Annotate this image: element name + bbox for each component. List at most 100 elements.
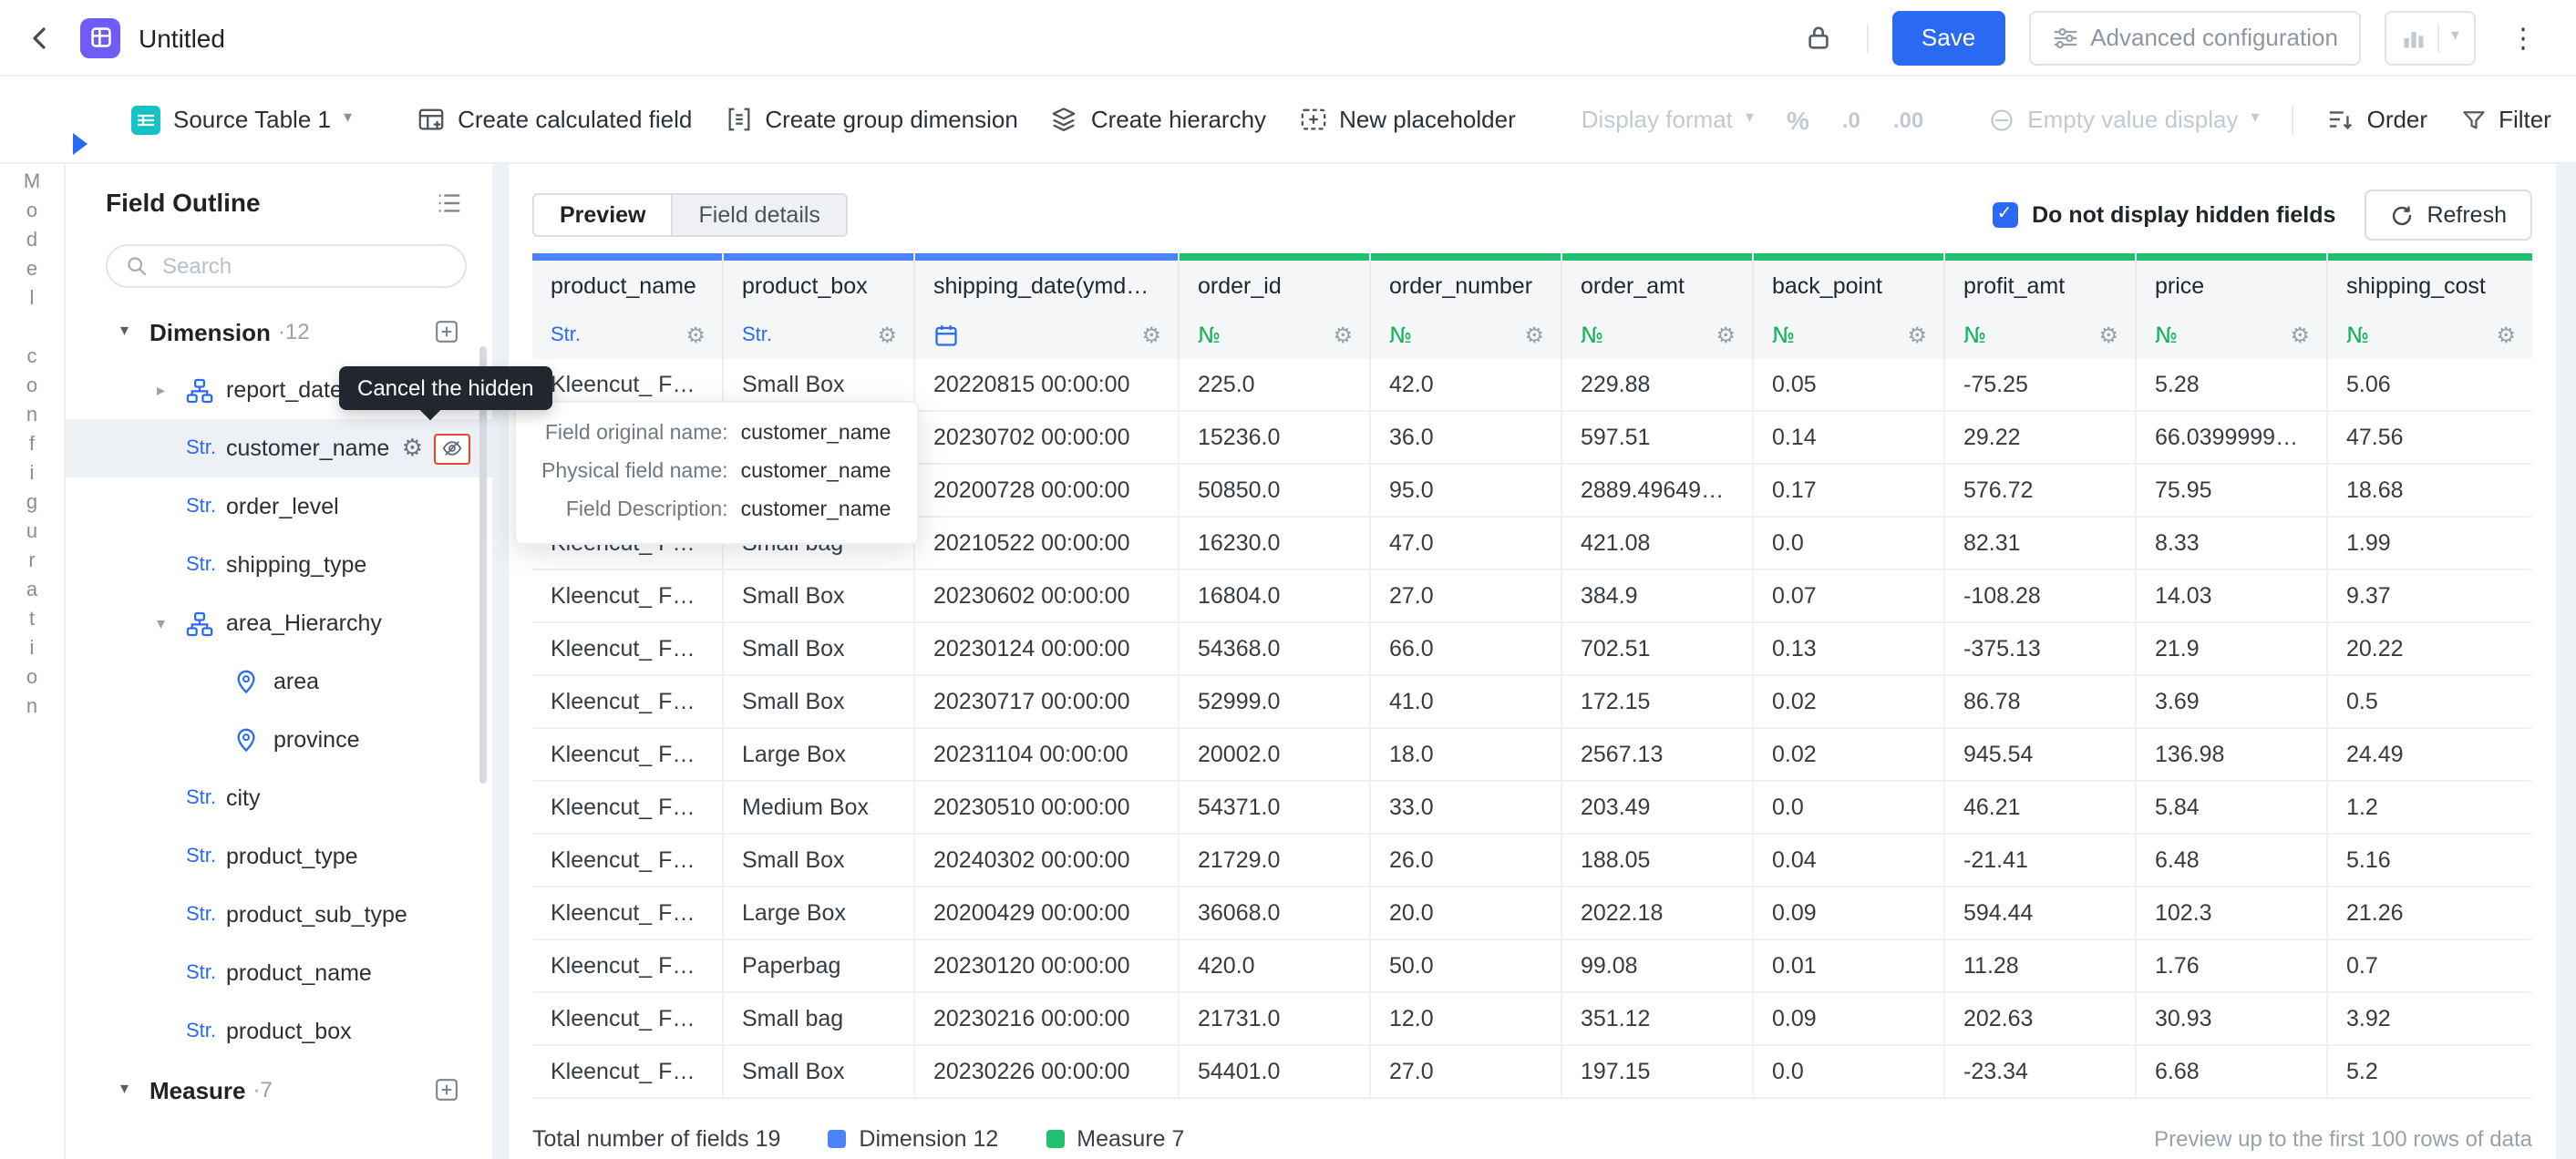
gear-icon[interactable]: ⚙ bbox=[877, 324, 897, 346]
save-button[interactable]: Save bbox=[1892, 10, 2004, 65]
field-name: product_name bbox=[226, 960, 372, 986]
gear-icon[interactable]: ⚙ bbox=[1716, 324, 1736, 346]
decrease-decimal-button[interactable]: .0 bbox=[1842, 107, 1860, 132]
table-cell: 172.15 bbox=[1562, 676, 1754, 729]
document-title[interactable]: Untitled bbox=[139, 23, 225, 52]
source-table-selector[interactable]: Source Table 1 ▾ bbox=[131, 105, 352, 134]
lock-button[interactable] bbox=[1796, 14, 1843, 61]
hide-hidden-label: Do not display hidden fields bbox=[2032, 202, 2335, 228]
gear-icon[interactable]: ⚙ bbox=[1907, 324, 1927, 346]
add-field-icon[interactable] bbox=[434, 1077, 459, 1103]
dimension-section-header[interactable]: ▾ Dimension ·12 bbox=[66, 303, 492, 361]
column-header[interactable]: back_point Str. № ⚙ bbox=[1754, 253, 1945, 359]
order-button[interactable]: Order bbox=[2327, 106, 2427, 133]
tree-item[interactable]: Str. area_Hierarchy ⚙ bbox=[66, 594, 492, 652]
tree-item[interactable]: Str. product_name ⚙ bbox=[66, 944, 492, 1002]
hidden-eye-button[interactable] bbox=[434, 433, 470, 464]
gear-icon[interactable]: ⚙ bbox=[402, 436, 423, 460]
preview-table: product_name Str. № ⚙ product_box Str. № bbox=[532, 253, 2532, 1099]
hierarchy-icon bbox=[186, 610, 222, 637]
string-type-badge: Str. bbox=[742, 324, 772, 346]
table-cell: 0.5 bbox=[2328, 676, 2532, 729]
tree-item[interactable]: Str. order_level ⚙ bbox=[66, 477, 492, 536]
table-cell: Kleencut_ Forg... bbox=[532, 1046, 724, 1099]
create-hierarchy-button[interactable]: Create hierarchy bbox=[1051, 106, 1266, 133]
measure-section-header[interactable]: ▾ Measure ·7 bbox=[66, 1061, 492, 1119]
column-name: back_point bbox=[1754, 261, 1943, 312]
table-cell: 3.92 bbox=[2328, 993, 2532, 1046]
gear-icon[interactable]: ⚙ bbox=[1141, 324, 1161, 346]
increase-decimal-button[interactable]: .00 bbox=[1893, 107, 1923, 132]
column-header[interactable]: order_number Str. № ⚙ bbox=[1371, 253, 1562, 359]
column-header[interactable]: product_box Str. № ⚙ bbox=[724, 253, 915, 359]
tree-item[interactable]: Str. product_type ⚙ bbox=[66, 827, 492, 886]
new-placeholder-button[interactable]: New placeholder bbox=[1299, 106, 1516, 133]
field-outline-header: Field Outline bbox=[66, 164, 492, 233]
tree-item[interactable]: Str. customer_name ⚙ bbox=[66, 419, 492, 477]
create-calculated-field-button[interactable]: Create calculated field bbox=[417, 106, 692, 133]
tree-item[interactable]: Str. product_sub_type ⚙ bbox=[66, 886, 492, 944]
divider bbox=[1867, 23, 1869, 52]
empty-value-display-dropdown[interactable]: Empty value display ▾ bbox=[1989, 106, 2259, 133]
table-cell: 3.69 bbox=[2137, 676, 2328, 729]
tab-field-details[interactable]: Field details bbox=[674, 193, 848, 237]
more-menu-button[interactable]: ⋮ bbox=[2499, 14, 2547, 61]
tree-item[interactable]: Str. area ⚙ bbox=[66, 652, 492, 711]
column-header[interactable]: profit_amt Str. № ⚙ bbox=[1945, 253, 2137, 359]
dimension-legend: Dimension 12 bbox=[828, 1126, 998, 1152]
refresh-icon bbox=[2390, 203, 2414, 227]
back-button[interactable] bbox=[18, 15, 62, 59]
column-header[interactable]: shipping_date(ymdhms) Str. № ⚙ bbox=[915, 253, 1180, 359]
expander-icon[interactable] bbox=[157, 380, 186, 400]
table-cell: 5.06 bbox=[2328, 359, 2532, 412]
expand-panel-arrow[interactable] bbox=[73, 133, 88, 155]
column-header[interactable]: order_id Str. № ⚙ bbox=[1180, 253, 1371, 359]
outline-view-icon[interactable] bbox=[436, 189, 463, 216]
table-cell: 52999.0 bbox=[1180, 676, 1371, 729]
column-header[interactable]: shipping_cost Str. № ⚙ bbox=[2328, 253, 2532, 359]
table-cell: 0.7 bbox=[2328, 940, 2532, 993]
gear-icon[interactable]: ⚙ bbox=[1333, 324, 1353, 346]
expander-icon[interactable] bbox=[157, 613, 186, 633]
gear-icon[interactable]: ⚙ bbox=[2290, 324, 2310, 346]
number-type-badge: № bbox=[1963, 323, 1986, 348]
column-header[interactable]: order_amt Str. № ⚙ bbox=[1562, 253, 1754, 359]
table-cell: 20210522 00:00:00 bbox=[915, 518, 1180, 570]
table-cell: -23.34 bbox=[1945, 1046, 2137, 1099]
string-type-badge: Str. bbox=[186, 437, 222, 459]
gear-icon[interactable]: ⚙ bbox=[1524, 324, 1544, 346]
search-input[interactable] bbox=[159, 251, 447, 281]
gear-icon[interactable]: ⚙ bbox=[2496, 324, 2516, 346]
refresh-button[interactable]: Refresh bbox=[2365, 190, 2532, 241]
order-label: Order bbox=[2367, 106, 2427, 133]
display-format-dropdown[interactable]: Display format ▾ bbox=[1582, 106, 1754, 133]
table-cell: 6.48 bbox=[2137, 835, 2328, 887]
tree-item[interactable]: Str. product_box ⚙ bbox=[66, 1002, 492, 1061]
tree-scrollbar[interactable] bbox=[479, 346, 487, 784]
hide-hidden-checkbox[interactable]: ✓ bbox=[1992, 202, 2017, 228]
column-type-row: Str. № ⚙ bbox=[724, 312, 913, 359]
empty-value-display-label: Empty value display bbox=[2027, 106, 2238, 133]
table-cell: 20.22 bbox=[2328, 623, 2532, 676]
column-header[interactable]: price Str. № ⚙ bbox=[2137, 253, 2328, 359]
column-header[interactable]: product_name Str. № ⚙ bbox=[532, 253, 724, 359]
tree-item[interactable]: Str. city ⚙ bbox=[66, 769, 492, 827]
tab-preview[interactable]: Preview bbox=[532, 193, 674, 237]
filter-button[interactable]: Filter bbox=[2460, 106, 2551, 133]
number-type-badge: № bbox=[1581, 323, 1603, 348]
chevron-down-icon: ▾ bbox=[2451, 29, 2459, 46]
gear-icon[interactable]: ⚙ bbox=[2098, 324, 2118, 346]
tree-item[interactable]: Str. shipping_type ⚙ bbox=[66, 536, 492, 594]
string-type-badge: Str. bbox=[551, 324, 581, 346]
percent-format-button[interactable]: % bbox=[1787, 105, 1809, 134]
lock-icon bbox=[1806, 24, 1833, 51]
create-group-dimension-button[interactable]: Create group dimension bbox=[725, 106, 1018, 133]
table-cell: Kleencut_ Forg... bbox=[532, 835, 724, 887]
model-configuration-strip: Model configuration bbox=[0, 77, 66, 1159]
add-field-icon[interactable] bbox=[434, 319, 459, 344]
advanced-configuration-button[interactable]: Advanced configuration bbox=[2028, 10, 2362, 65]
table-cell: 0.17 bbox=[1754, 465, 1945, 518]
chart-view-button[interactable]: ▾ bbox=[2385, 10, 2476, 65]
gear-icon[interactable]: ⚙ bbox=[685, 324, 706, 346]
tree-item[interactable]: Str. province ⚙ bbox=[66, 711, 492, 769]
